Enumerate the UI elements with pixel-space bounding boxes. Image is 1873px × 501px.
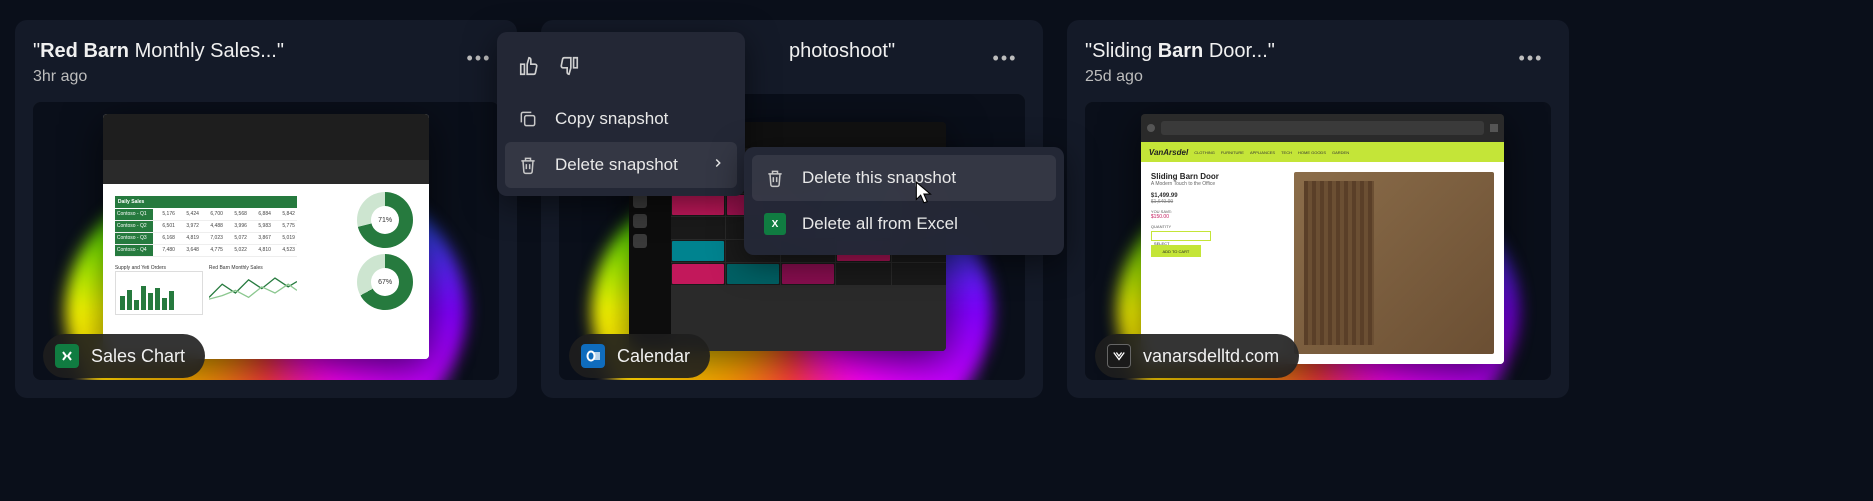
card-header: "Red Barn Monthly Sales..." 3hr ago ••• bbox=[33, 38, 499, 86]
ellipsis-icon: ••• bbox=[1519, 48, 1544, 69]
thumbs-up-button[interactable] bbox=[511, 48, 547, 84]
trash-icon bbox=[764, 167, 786, 189]
snapshot-title: photoshoot" bbox=[789, 38, 895, 64]
thumbs-up-icon bbox=[518, 55, 540, 77]
badge-label: Calendar bbox=[617, 346, 690, 367]
copy-icon bbox=[517, 108, 539, 130]
outlook-icon bbox=[581, 344, 605, 368]
app-badge: Sales Chart bbox=[43, 334, 205, 378]
menu-item-label: Delete snapshot bbox=[555, 155, 678, 175]
ellipsis-icon: ••• bbox=[467, 48, 492, 69]
snapshot-time: 3hr ago bbox=[33, 68, 284, 86]
card-title-block: "Red Barn Monthly Sales..." 3hr ago bbox=[33, 38, 284, 86]
snapshot-title: "Red Barn Monthly Sales..." bbox=[33, 38, 284, 64]
card-header: "Sliding Barn Door..." 25d ago ••• bbox=[1085, 38, 1551, 86]
snapshot-card[interactable]: "Red Barn Monthly Sales..." 3hr ago ••• … bbox=[15, 20, 517, 398]
menu-item-delete-snapshot[interactable]: Delete snapshot bbox=[505, 142, 737, 188]
more-options-button[interactable]: ••• bbox=[985, 38, 1025, 78]
donut-chart bbox=[357, 254, 413, 310]
feedback-row bbox=[505, 40, 737, 96]
line-chart bbox=[209, 271, 297, 306]
excel-window-preview: Daily Sales Contoso - Q1 5,176 5,424 6,7… bbox=[103, 114, 429, 359]
card-title-block: "Sliding Barn Door..." 25d ago bbox=[1085, 38, 1275, 86]
app-badge: vanarsdelltd.com bbox=[1095, 334, 1299, 378]
more-options-button[interactable]: ••• bbox=[459, 38, 499, 78]
donut-chart bbox=[357, 192, 413, 248]
website-icon bbox=[1107, 344, 1131, 368]
thumbs-down-button[interactable] bbox=[551, 48, 587, 84]
menu-item-delete-all-from-excel[interactable]: X Delete all from Excel bbox=[752, 201, 1056, 247]
app-badge: Calendar bbox=[569, 334, 710, 378]
menu-item-label: Copy snapshot bbox=[555, 109, 668, 129]
table-row: Contoso - Q4 7,480 3,648 4,775 5,022 4,8… bbox=[115, 245, 297, 257]
menu-item-delete-this-snapshot[interactable]: Delete this snapshot bbox=[752, 155, 1056, 201]
context-menu: Copy snapshot Delete snapshot bbox=[497, 32, 745, 196]
bar-chart bbox=[115, 271, 203, 315]
mouse-cursor-icon bbox=[914, 180, 936, 206]
product-image bbox=[1294, 172, 1494, 354]
table-row: Contoso - Q1 5,176 5,424 6,700 5,568 6,8… bbox=[115, 209, 297, 221]
excel-icon bbox=[55, 344, 79, 368]
menu-item-label: Delete all from Excel bbox=[802, 214, 958, 234]
table-row: Contoso - Q3 6,168 4,819 7,023 5,072 3,8… bbox=[115, 233, 297, 245]
badge-label: Sales Chart bbox=[91, 346, 185, 367]
table-row: Contoso - Q2 6,501 3,972 4,488 3,996 5,9… bbox=[115, 221, 297, 233]
chevron-right-icon bbox=[711, 155, 725, 175]
context-submenu: Delete this snapshot X Delete all from E… bbox=[744, 147, 1064, 255]
menu-item-copy-snapshot[interactable]: Copy snapshot bbox=[505, 96, 737, 142]
badge-label: vanarsdelltd.com bbox=[1143, 346, 1279, 367]
snapshot-card[interactable]: "Sliding Barn Door..." 25d ago ••• VanAr bbox=[1067, 20, 1569, 398]
ellipsis-icon: ••• bbox=[993, 48, 1018, 69]
thumbs-down-icon bbox=[558, 55, 580, 77]
snapshot-title: "Sliding Barn Door..." bbox=[1085, 38, 1275, 64]
excel-icon: X bbox=[764, 213, 786, 235]
trash-icon bbox=[517, 154, 539, 176]
more-options-button[interactable]: ••• bbox=[1511, 38, 1551, 78]
browser-window-preview: VanArsdel CLOTHING FURNITURE APPLIANCES … bbox=[1141, 114, 1504, 364]
snapshot-time: 25d ago bbox=[1085, 68, 1275, 86]
